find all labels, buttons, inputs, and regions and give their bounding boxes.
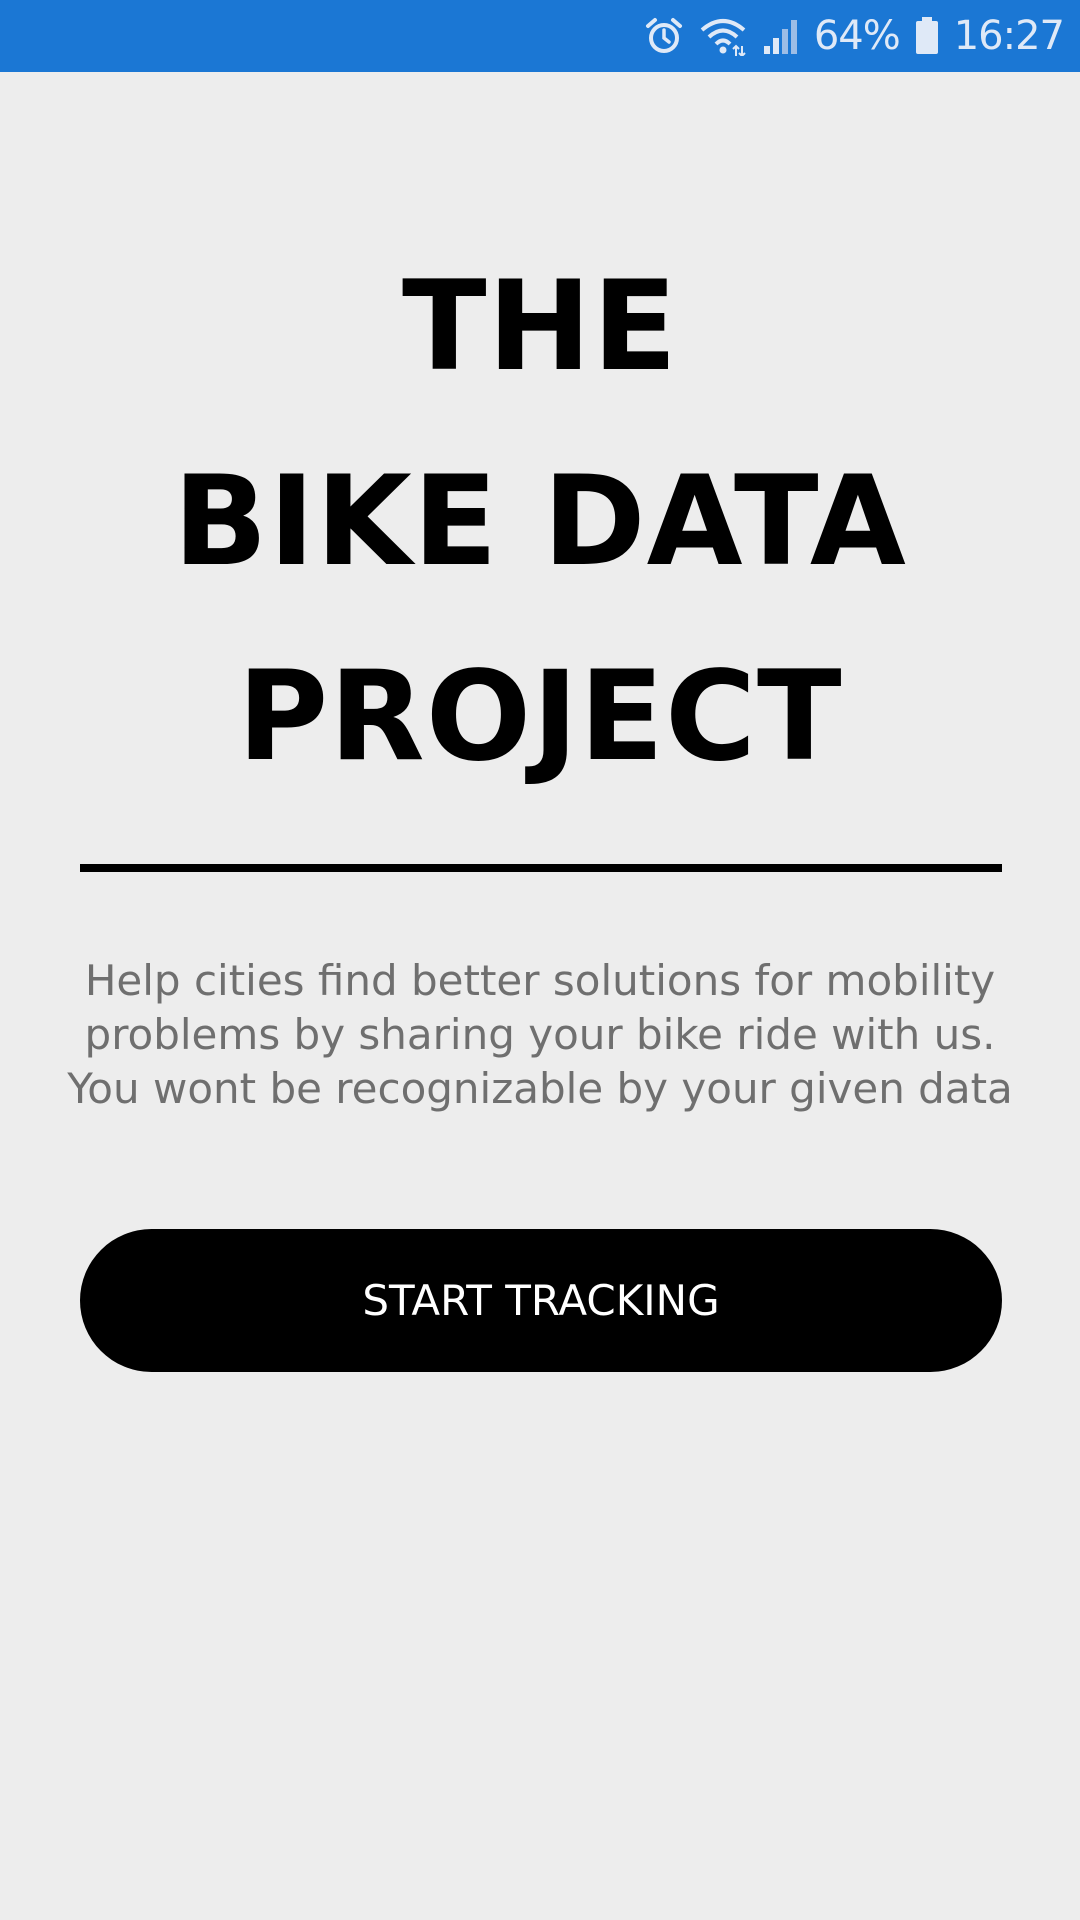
status-bar: 64% 16:27: [0, 0, 1080, 72]
app-title: THE BIKE DATA PROJECT: [0, 230, 1080, 815]
title-line-2: BIKE DATA: [173, 450, 907, 594]
clock-time: 16:27: [953, 13, 1065, 59]
battery-percent: 64%: [813, 13, 901, 59]
description-text: Help cities find better solutions for mo…: [60, 954, 1020, 1116]
title-divider: [80, 864, 1002, 872]
description-line-1: Help cities find better solutions for mo…: [84, 956, 996, 1005]
signal-icon: [762, 16, 800, 56]
alarm-icon: [644, 16, 684, 56]
battery-icon: [914, 16, 940, 56]
title-line-1: THE: [401, 255, 679, 399]
description-line-3: You wont be recognizable by your given d…: [67, 1064, 1013, 1113]
title-line-3: PROJECT: [237, 645, 843, 789]
wifi-icon: [698, 16, 748, 56]
description-line-2: problems by sharing your bike ride with …: [84, 1010, 996, 1059]
welcome-screen: 64% 16:27 THE BIKE DATA PROJECT Help cit…: [0, 0, 1080, 1920]
start-tracking-button[interactable]: START TRACKING: [80, 1229, 1002, 1372]
